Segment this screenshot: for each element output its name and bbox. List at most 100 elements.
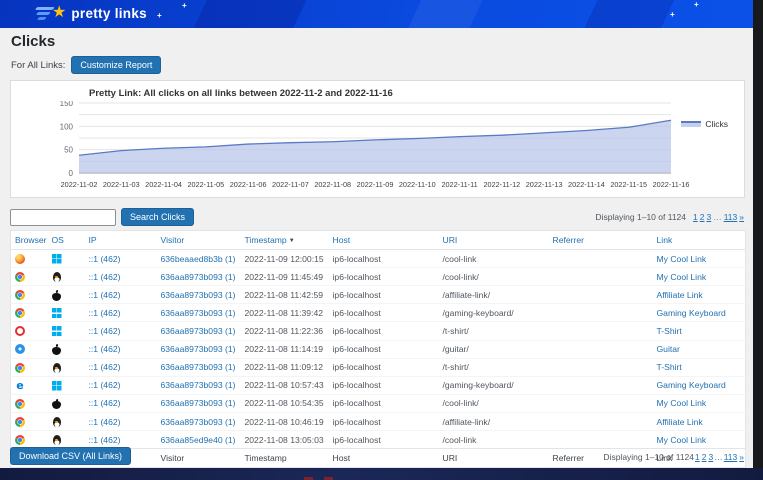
chart-legend: Clicks — [681, 119, 728, 129]
desktop-edge-right — [753, 0, 763, 468]
referrer-cell — [549, 304, 653, 322]
next-page-link[interactable]: » — [739, 212, 744, 222]
page-link-1[interactable]: 1 — [693, 212, 698, 222]
page-link-113[interactable]: 113 — [724, 212, 738, 222]
table-header-row: BrowserOSIPVisitorTimestamp▼HostURIRefer… — [11, 231, 746, 250]
svg-text:0: 0 — [69, 169, 74, 178]
page-link-3[interactable]: 3 — [706, 212, 711, 222]
visitor-cell[interactable]: 636aa8973b093 (1) — [157, 268, 241, 286]
ip-cell[interactable]: ::1 (462) — [85, 322, 157, 340]
chart-title: Pretty Link: All clicks on all links bet… — [89, 88, 393, 99]
search-row: Search Clicks Displaying 1–10 of 1124123… — [10, 208, 745, 226]
link-cell[interactable]: Guitar — [653, 340, 746, 358]
column-header-os[interactable]: OS — [48, 231, 85, 250]
ip-cell[interactable]: ::1 (462) — [85, 250, 157, 268]
ip-cell[interactable]: ::1 (462) — [85, 376, 157, 394]
svg-text:100: 100 — [60, 122, 74, 131]
next-page-link[interactable]: » — [739, 452, 744, 462]
svg-text:2022-11-07: 2022-11-07 — [272, 180, 309, 189]
page-link-3[interactable]: 3 — [708, 452, 713, 462]
page-link-2[interactable]: 2 — [702, 452, 707, 462]
page-link-1[interactable]: 1 — [695, 452, 700, 462]
visitor-cell[interactable]: 636aa85ed9e40 (1) — [157, 431, 241, 449]
ip-cell[interactable]: ::1 (462) — [85, 394, 157, 412]
host-cell: ip6-localhost — [329, 250, 439, 268]
link-cell[interactable]: Gaming Keyboard — [653, 376, 746, 394]
link-cell[interactable]: Affiliate Link — [653, 412, 746, 430]
link-cell[interactable]: My Cool Link — [653, 268, 746, 286]
sparkle-icon: + — [694, 2, 699, 8]
page-link-113[interactable]: 113 — [724, 452, 738, 462]
timestamp-cell: 2022-11-09 11:45:49 — [241, 268, 329, 286]
pretty-links-banner: ★ pretty links + + + + — [0, 0, 753, 28]
download-csv-button[interactable]: Download CSV (All Links) — [10, 447, 131, 465]
timestamp-cell: 2022-11-08 13:05:03 — [241, 431, 329, 449]
visitor-cell[interactable]: 636aa8973b093 (1) — [157, 286, 241, 304]
customize-report-button[interactable]: Customize Report — [71, 56, 161, 74]
table-row: ::1 (462) 636aa8973b093 (1) 2022-11-08 1… — [11, 286, 746, 304]
ip-cell[interactable]: ::1 (462) — [85, 286, 157, 304]
column-header-browser[interactable]: Browser — [11, 231, 48, 250]
footer-header-visitor: Visitor — [157, 449, 241, 468]
column-header-visitor[interactable]: Visitor — [157, 231, 241, 250]
timestamp-cell: 2022-11-08 10:54:35 — [241, 394, 329, 412]
referrer-cell — [549, 286, 653, 304]
visitor-cell[interactable]: 636beaaed8b3b (1) — [157, 250, 241, 268]
visitor-cell[interactable]: 636aa8973b093 (1) — [157, 340, 241, 358]
timestamp-cell: 2022-11-08 11:22:36 — [241, 322, 329, 340]
svg-text:50: 50 — [64, 146, 73, 155]
chrome-icon — [15, 435, 25, 445]
column-header-timestamp[interactable]: Timestamp▼ — [241, 231, 329, 250]
link-cell[interactable]: Gaming Keyboard — [653, 304, 746, 322]
timestamp-cell: 2022-11-08 11:42:59 — [241, 286, 329, 304]
visitor-cell[interactable]: 636aa8973b093 (1) — [157, 322, 241, 340]
svg-text:2022-11-13: 2022-11-13 — [526, 180, 563, 189]
uri-cell: /cool-link/ — [439, 394, 549, 412]
filter-row: For All Links: Customize Report — [11, 56, 161, 74]
uri-cell: /cool-link — [439, 431, 549, 449]
uri-cell: /affiliate-link/ — [439, 412, 549, 430]
visitor-cell[interactable]: 636aa8973b093 (1) — [157, 358, 241, 376]
uri-cell: /gaming-keyboard/ — [439, 304, 549, 322]
ip-cell[interactable]: ::1 (462) — [85, 412, 157, 430]
windows-icon — [52, 254, 62, 264]
host-cell: ip6-localhost — [329, 286, 439, 304]
pagination-ellipsis: … — [713, 212, 722, 222]
column-header-referrer[interactable]: Referrer — [549, 231, 653, 250]
timestamp-cell: 2022-11-08 11:39:42 — [241, 304, 329, 322]
link-cell[interactable]: Affiliate Link — [653, 286, 746, 304]
ip-cell[interactable]: ::1 (462) — [85, 340, 157, 358]
host-cell: ip6-localhost — [329, 394, 439, 412]
visitor-cell[interactable]: 636aa8973b093 (1) — [157, 412, 241, 430]
link-cell[interactable]: My Cool Link — [653, 431, 746, 449]
ip-cell[interactable]: ::1 (462) — [85, 304, 157, 322]
search-input[interactable] — [10, 209, 116, 226]
page-link-2[interactable]: 2 — [700, 212, 705, 222]
ip-cell[interactable]: ::1 (462) — [85, 358, 157, 376]
sort-desc-icon: ▼ — [289, 238, 295, 244]
svg-text:2022-11-15: 2022-11-15 — [610, 180, 647, 189]
table-row: ::1 (462) 636aa8973b093 (1) 2022-11-08 1… — [11, 304, 746, 322]
link-cell[interactable]: My Cool Link — [653, 394, 746, 412]
search-clicks-button[interactable]: Search Clicks — [121, 208, 194, 226]
column-header-link[interactable]: Link — [653, 231, 746, 250]
host-cell: ip6-localhost — [329, 376, 439, 394]
link-cell[interactable]: My Cool Link — [653, 250, 746, 268]
swoosh-icon — [36, 4, 56, 22]
link-cell[interactable]: T-Shirt — [653, 358, 746, 376]
visitor-cell[interactable]: 636aa8973b093 (1) — [157, 376, 241, 394]
chrome-icon — [15, 417, 25, 427]
host-cell: ip6-localhost — [329, 358, 439, 376]
host-cell: ip6-localhost — [329, 268, 439, 286]
column-header-ip[interactable]: IP — [85, 231, 157, 250]
link-cell[interactable]: T-Shirt — [653, 322, 746, 340]
firefox-icon — [15, 254, 25, 264]
visitor-cell[interactable]: 636aa8973b093 (1) — [157, 304, 241, 322]
ip-cell[interactable]: ::1 (462) — [85, 268, 157, 286]
visitor-cell[interactable]: 636aa8973b093 (1) — [157, 394, 241, 412]
column-header-host[interactable]: Host — [329, 231, 439, 250]
windows-icon — [52, 381, 62, 391]
column-header-uri[interactable]: URI — [439, 231, 549, 250]
host-cell: ip6-localhost — [329, 304, 439, 322]
legend-swatch-clicks — [681, 121, 701, 127]
